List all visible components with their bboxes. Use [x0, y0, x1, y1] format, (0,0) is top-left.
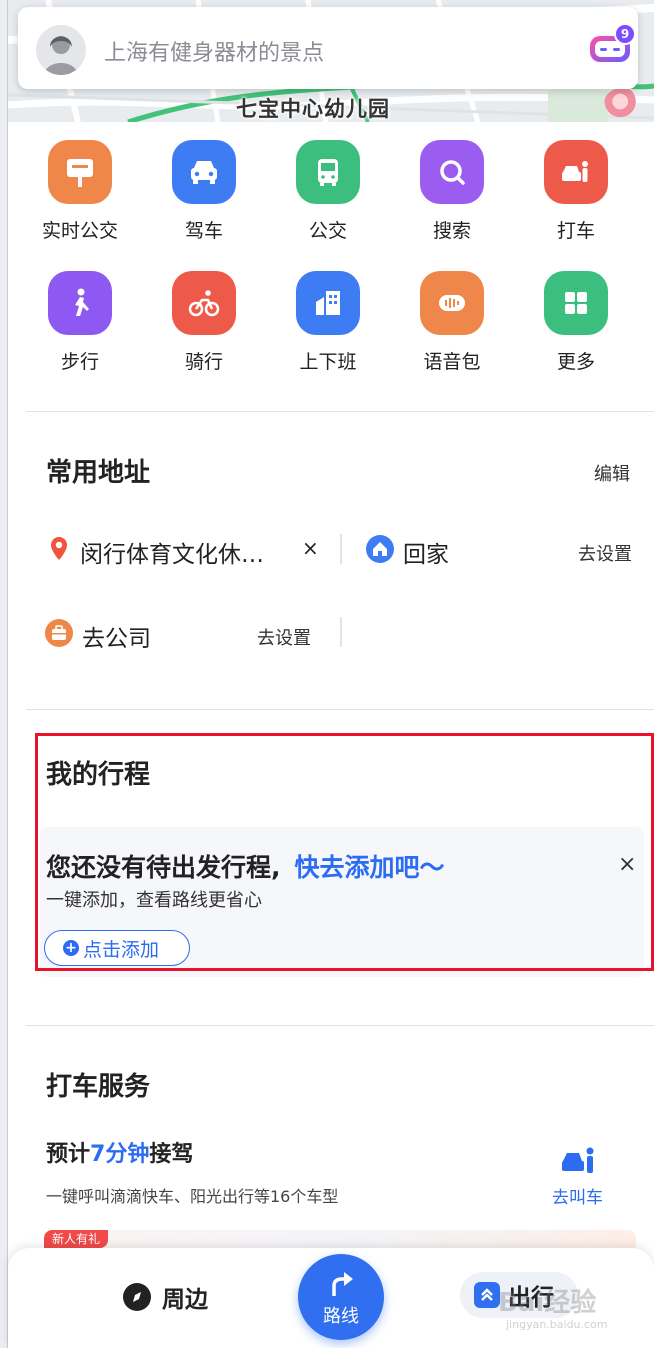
common-address-title: 常用地址 [46, 458, 151, 488]
bus-icon [296, 140, 360, 204]
call-taxi-button[interactable]: 去叫车 [552, 1183, 603, 1208]
home-label[interactable]: 回家 [403, 535, 449, 569]
avatar[interactable] [36, 25, 86, 75]
action-label: 打车 [556, 220, 595, 242]
action-label: 驾车 [184, 220, 223, 242]
action-drive[interactable]: 驾车 [142, 140, 266, 243]
company-label[interactable]: 去公司 [82, 619, 151, 653]
action-label: 步行 [60, 351, 99, 373]
grid-icon [544, 271, 608, 335]
voice-icon [420, 271, 484, 335]
trip-add-link[interactable]: 快去添加吧～ [295, 853, 445, 882]
double-chevron-up-icon [474, 1282, 500, 1308]
add-trip-label: 点击添加 [83, 938, 160, 961]
close-icon[interactable]: × [618, 852, 636, 877]
action-voice-pack[interactable]: 语音包 [390, 271, 514, 374]
separator [340, 617, 342, 647]
turn-arrow-icon [332, 1272, 353, 1296]
search-input[interactable]: 上海有健身器材的景点 [104, 35, 324, 67]
search-icon [420, 140, 484, 204]
promo-tag: 新人有礼 [44, 1230, 109, 1248]
nav-around[interactable]: 周边 [122, 1280, 208, 1314]
eta-prefix: 预计 [46, 1142, 91, 1167]
action-label: 语音包 [423, 351, 481, 373]
route-button[interactable]: 路线 [298, 1254, 384, 1340]
action-taxi[interactable]: 打车 [514, 140, 638, 243]
eta-suffix: 接驾 [149, 1142, 194, 1167]
taxi-eta: 预计7分钟接驾 [46, 1136, 193, 1168]
company-set-button[interactable]: 去设置 [257, 624, 311, 650]
call-taxi-icon[interactable] [561, 1145, 597, 1175]
action-realtime-bus[interactable]: 实时公交 [18, 140, 142, 243]
search-bar[interactable]: 上海有健身器材的景点 9 [18, 7, 638, 89]
watermark-sub: jingyan.baidu.com [506, 1318, 608, 1331]
action-search[interactable]: 搜索 [390, 140, 514, 243]
divider [26, 709, 654, 710]
bus-stop-sign-icon [48, 140, 112, 204]
action-label: 上下班 [299, 351, 357, 373]
action-bus[interactable]: 公交 [266, 140, 390, 243]
my-trip-title: 我的行程 [46, 760, 151, 790]
taxi-service-title: 打车服务 [46, 1072, 151, 1102]
bike-icon [172, 271, 236, 335]
divider [26, 411, 654, 412]
flower-decoration-icon [604, 88, 640, 118]
action-label: 公交 [308, 220, 347, 242]
action-label: 实时公交 [41, 220, 118, 242]
action-commute[interactable]: 上下班 [266, 271, 390, 374]
compass-icon [123, 1283, 151, 1311]
home-icon [366, 535, 394, 563]
location-pin-icon [51, 537, 67, 560]
car-icon [172, 140, 236, 204]
divider [26, 1025, 654, 1026]
plus-icon: + [63, 940, 79, 956]
office-building-icon [296, 271, 360, 335]
eta-value: 7分钟 [90, 1142, 150, 1167]
map-place-label[interactable]: 七宝中心幼儿园 [236, 93, 390, 122]
action-label: 更多 [556, 351, 595, 373]
notification-badge: 9 [614, 23, 636, 45]
action-more[interactable]: 更多 [514, 271, 638, 374]
ai-assistant-button[interactable]: 9 [588, 23, 636, 65]
action-label: 搜索 [432, 220, 471, 242]
address-item-1[interactable]: 闵行体育文化休… [80, 535, 264, 569]
taxi-icon [544, 140, 608, 204]
remove-address-button[interactable]: × [302, 536, 319, 560]
edit-button[interactable]: 编辑 [594, 460, 630, 486]
trip-empty-text: 您还没有待出发行程, [46, 853, 281, 882]
add-trip-button[interactable]: + 点击添加 [44, 930, 190, 966]
route-label: 路线 [323, 1306, 359, 1327]
watermark: Bai经验 [498, 1288, 597, 1318]
nav-around-label: 周边 [162, 1287, 208, 1313]
trip-sub-text: 一键添加，查看路线更省心 [46, 890, 262, 911]
taxi-sub-text: 一键呼叫滴滴快车、阳光出行等16个车型 [46, 1187, 339, 1206]
quick-actions-grid: 实时公交 驾车 公交 搜索 打车 步行 骑行 上下班 语音包 更多 [18, 140, 638, 374]
trip-empty-message: 您还没有待出发行程, 快去添加吧～ [46, 848, 445, 884]
separator [340, 534, 342, 564]
user-avatar-icon [44, 36, 78, 75]
left-edge [0, 0, 8, 1348]
action-label: 骑行 [184, 351, 223, 373]
briefcase-icon [45, 619, 73, 647]
action-bike[interactable]: 骑行 [142, 271, 266, 374]
home-set-button[interactable]: 去设置 [578, 540, 632, 566]
action-walk[interactable]: 步行 [18, 271, 142, 374]
walk-icon [48, 271, 112, 335]
